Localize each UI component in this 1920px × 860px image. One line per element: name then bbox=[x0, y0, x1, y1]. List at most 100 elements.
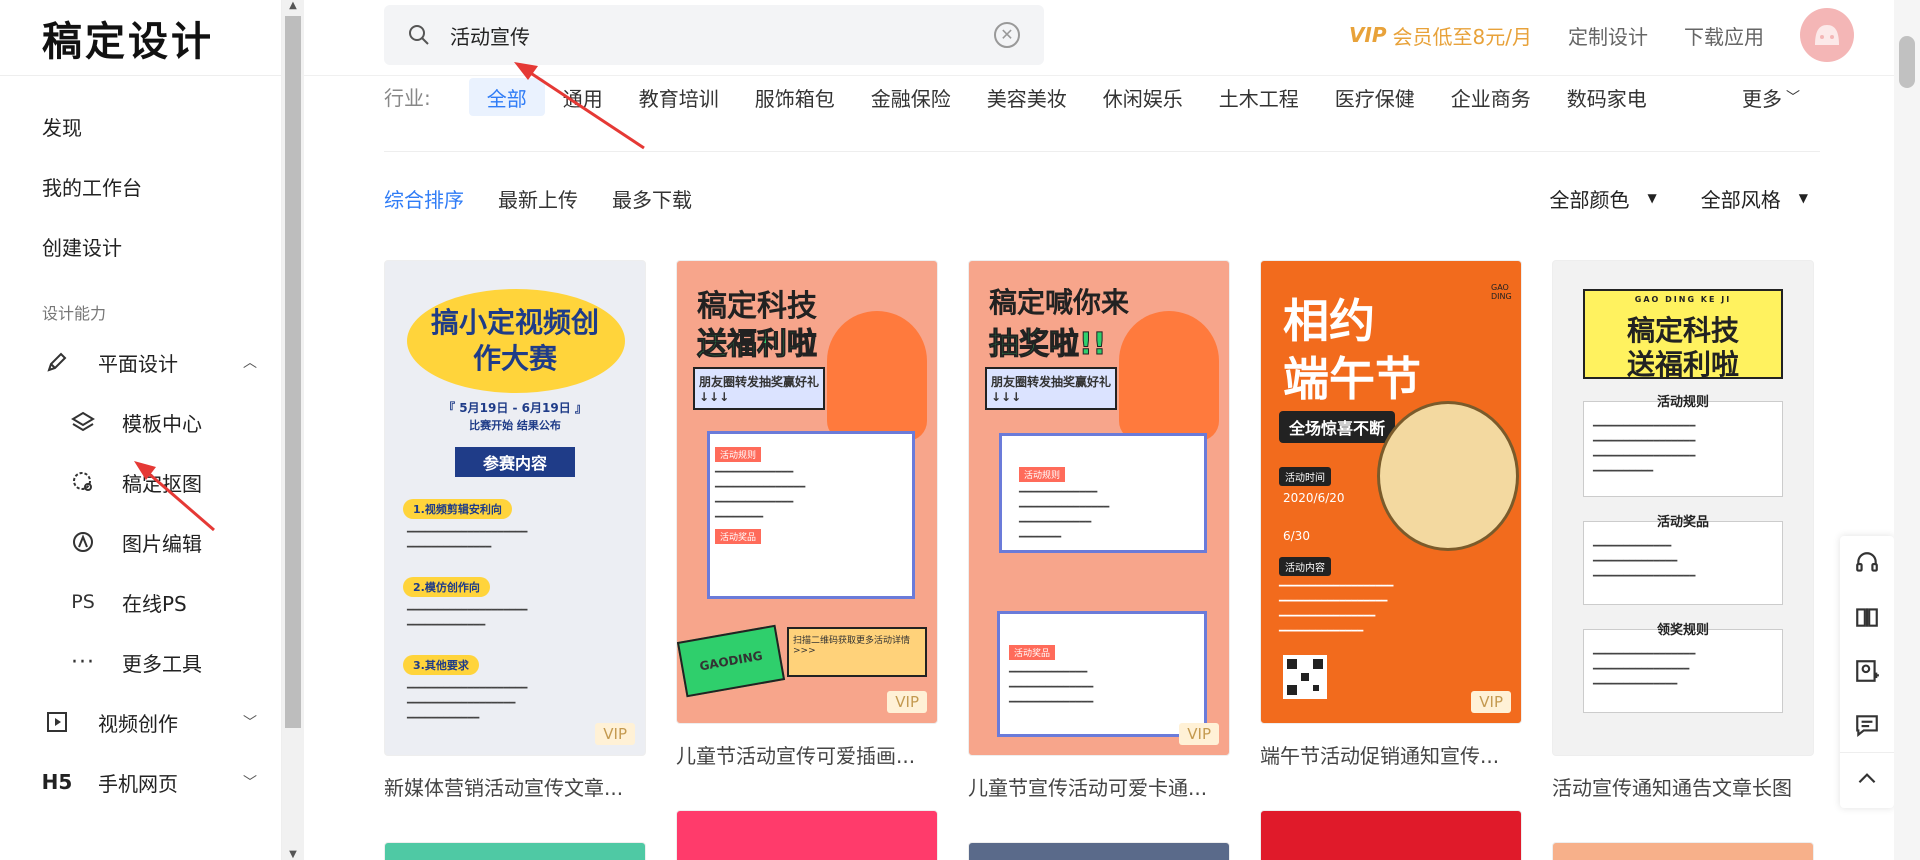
template-grid: 搞小定视频创作大赛 『 5月19日 - 6月19日 』 比赛开始 结果公布 参赛… bbox=[384, 260, 1824, 860]
sub-item-online-ps[interactable]: PS 在线PS bbox=[0, 572, 281, 632]
sidebar-scroll-thumb[interactable] bbox=[285, 16, 301, 728]
sort-comprehensive[interactable]: 综合排序 bbox=[384, 184, 464, 213]
industry-tag[interactable]: 数码家电 bbox=[1549, 78, 1665, 116]
group-graphic-design-label: 平面设计 bbox=[98, 351, 178, 376]
sub-item-image-edit[interactable]: 图片编辑 bbox=[0, 512, 281, 572]
search-box[interactable]: 活动宣传 ✕ bbox=[384, 5, 1044, 65]
download-app-link[interactable]: 下载应用 bbox=[1684, 21, 1764, 50]
poster-body: ━━━━━━━━━━━━━━━━━━━━━━━━━━━━━━━━━━━━━━━━… bbox=[1593, 649, 1696, 690]
book-icon[interactable] bbox=[1840, 590, 1894, 644]
template-thumbnail[interactable]: GAO DING 相约 端午节 全场惊喜不断 活动时间 2020/6/20 6/… bbox=[1260, 260, 1522, 724]
vip-badge: VIP bbox=[595, 723, 635, 745]
template-card[interactable]: 稿定科技 送福利啦 朋友圈转发抽奖赢好礼↓↓↓ 活动规则 ━━━━━━━━━━━… bbox=[676, 260, 938, 769]
template-title[interactable]: 新媒体营销活动宣传文章... bbox=[384, 772, 646, 801]
main-scroll-thumb[interactable] bbox=[1899, 36, 1915, 88]
industry-tag[interactable]: 美容美妆 bbox=[969, 78, 1085, 116]
industry-more-button[interactable]: 更多 ﹀ bbox=[1742, 78, 1800, 116]
industry-tag[interactable]: 土木工程 bbox=[1201, 78, 1317, 116]
search-input[interactable]: 活动宣传 bbox=[450, 21, 530, 50]
logo[interactable]: 稿定设计 bbox=[0, 0, 281, 76]
sub-item-more-tools[interactable]: ··· 更多工具 bbox=[0, 632, 281, 692]
color-filter-dropdown[interactable]: 全部颜色 ▼ bbox=[1550, 184, 1657, 213]
avatar[interactable] bbox=[1800, 8, 1854, 62]
contact-icon[interactable] bbox=[1840, 644, 1894, 698]
poster-body: ━━━━━━━━━━━━━━━━━━━━ ━━━━━━━━━━━━━ bbox=[407, 605, 528, 631]
poster-heading: 稿定喊你来 bbox=[989, 286, 1130, 319]
sub-item-template-center[interactable]: 模板中心 bbox=[0, 392, 281, 452]
template-card[interactable]: GAO DING 相约 端午节 全场惊喜不断 活动时间 2020/6/20 6/… bbox=[1260, 260, 1522, 769]
scroll-down-arrow-icon[interactable]: ▼ bbox=[282, 849, 304, 860]
poster-prize-label: 活动奖品 bbox=[715, 529, 762, 544]
sub-item-more-tools-label: 更多工具 bbox=[122, 651, 202, 676]
sidebar-scrollbar[interactable]: ▲ ▼ bbox=[282, 0, 304, 860]
template-thumbnail[interactable] bbox=[676, 810, 938, 860]
group-graphic-design[interactable]: 平面设计 ︿ bbox=[0, 332, 281, 392]
template-title[interactable]: 端午节活动促销通知宣传... bbox=[1260, 740, 1522, 769]
nav-workspace[interactable]: 我的工作台 bbox=[0, 156, 281, 216]
poster-body: ━━━━━━━━━━━━━━━━━━━━━━━━━━━━━━━━━━━━━━━━… bbox=[715, 467, 806, 523]
industry-tag[interactable]: 教育培训 bbox=[621, 78, 737, 116]
back-to-top-icon[interactable] bbox=[1840, 752, 1894, 806]
style-filter-dropdown[interactable]: 全部风格 ▼ bbox=[1701, 184, 1808, 213]
vip-promo-link[interactable]: VIP 会员低至8元/月 bbox=[1349, 21, 1532, 50]
template-title[interactable]: 活动宣传通知通告文章长图 bbox=[1552, 772, 1814, 801]
mascot-illustration bbox=[1119, 311, 1219, 441]
industry-tag[interactable]: 医疗保健 bbox=[1317, 78, 1433, 116]
poster-date: 2020/6/20 bbox=[1283, 491, 1345, 505]
chevron-up-icon: ︿ bbox=[243, 355, 257, 371]
poster-rules-label: 活动规则 bbox=[1019, 467, 1066, 482]
template-title[interactable]: 儿童节宣传活动可爱卡通... bbox=[968, 772, 1230, 801]
clear-search-icon[interactable]: ✕ bbox=[994, 22, 1020, 48]
template-thumbnail[interactable] bbox=[384, 842, 646, 860]
caret-down-icon: ▼ bbox=[1647, 191, 1657, 205]
poster-banner: 全场惊喜不断 bbox=[1279, 411, 1396, 443]
industry-tag[interactable]: 服饰箱包 bbox=[737, 78, 853, 116]
template-title[interactable]: 儿童节活动宣传可爱插画... bbox=[676, 740, 938, 769]
template-card[interactable]: 搞小定视频创作大赛 『 5月19日 - 6月19日 』 比赛开始 结果公布 参赛… bbox=[384, 260, 646, 801]
main-nav: 发现 我的工作台 创建设计 bbox=[0, 76, 281, 276]
poster-note: 朋友圈转发抽奖赢好礼↓↓↓ bbox=[693, 367, 825, 410]
template-thumbnail[interactable]: 搞小定视频创作大赛 『 5月19日 - 6月19日 』 比赛开始 结果公布 参赛… bbox=[384, 260, 646, 756]
poster-prize-label: 活动奖品 bbox=[1009, 645, 1056, 660]
sub-item-template-center-label: 模板中心 bbox=[122, 411, 202, 436]
caret-down-icon: ▼ bbox=[1798, 191, 1808, 205]
video-icon bbox=[42, 710, 72, 734]
industry-tag-all[interactable]: 全部 bbox=[468, 78, 545, 116]
industry-tag[interactable]: 企业商务 bbox=[1433, 78, 1549, 116]
sub-item-cutout[interactable]: 稿定抠图 bbox=[0, 452, 281, 512]
template-thumbnail[interactable]: 稿定喊你来 抽奖啦!! 朋友圈转发抽奖赢好礼↓↓↓ 活动规则 ━━━━━━━━━… bbox=[968, 260, 1230, 756]
template-card[interactable]: 稿定喊你来 抽奖啦!! 朋友圈转发抽奖赢好礼↓↓↓ 活动规则 ━━━━━━━━━… bbox=[968, 260, 1230, 801]
nav-discover[interactable]: 发现 bbox=[0, 96, 281, 156]
message-icon[interactable] bbox=[1840, 698, 1894, 752]
template-thumbnail[interactable]: GAO DING KE JI 稿定科技 送福利啦 活动规则 ━━━━━━━━━━… bbox=[1552, 260, 1814, 756]
chevron-down-icon: ﹀ bbox=[243, 715, 257, 731]
poster-note: 朋友圈转发抽奖赢好礼↓↓↓ bbox=[985, 367, 1117, 410]
template-card[interactable]: GAO DING KE JI 稿定科技 送福利啦 活动规则 ━━━━━━━━━━… bbox=[1552, 260, 1814, 801]
vip-badge: VIP bbox=[1179, 723, 1219, 745]
poster-content-label: 活动内容 bbox=[1279, 557, 1331, 576]
poster-subtitle: 比赛开始 结果公布 bbox=[469, 419, 561, 432]
poster-rules-label: 活动规则 bbox=[715, 447, 762, 462]
group-h5[interactable]: H5 手机网页 ﹀ bbox=[0, 752, 281, 812]
template-thumbnail[interactable] bbox=[968, 842, 1230, 860]
image-edit-icon bbox=[68, 530, 98, 554]
nav-create-design[interactable]: 创建设计 bbox=[0, 216, 281, 276]
poster-body: ━━━━━━━━━━━━━━━━━━━━━━━━━━━━━━━━━━━━━━━━… bbox=[407, 683, 528, 724]
template-thumbnail[interactable] bbox=[1260, 810, 1522, 860]
scroll-up-arrow-icon[interactable]: ▲ bbox=[282, 0, 304, 11]
sort-most-downloads[interactable]: 最多下载 bbox=[612, 184, 692, 213]
headset-icon[interactable] bbox=[1840, 536, 1894, 590]
industry-tag[interactable]: 通用 bbox=[545, 78, 621, 116]
industry-tag[interactable]: 金融保险 bbox=[853, 78, 969, 116]
poster-heading: 相约 bbox=[1283, 294, 1375, 348]
main-scrollbar[interactable] bbox=[1894, 0, 1920, 860]
industry-filter: 行业: 全部 通用 教育培训 服饰箱包 金融保险 美容美妆 休闲娱乐 土木工程 … bbox=[384, 74, 1820, 152]
custom-design-link[interactable]: 定制设计 bbox=[1568, 21, 1648, 50]
template-thumbnail[interactable] bbox=[1552, 842, 1814, 860]
industry-tag[interactable]: 休闲娱乐 bbox=[1085, 78, 1201, 116]
sort-newest[interactable]: 最新上传 bbox=[498, 184, 578, 213]
group-video[interactable]: 视频创作 ﹀ bbox=[0, 692, 281, 752]
template-thumbnail[interactable]: 稿定科技 送福利啦 朋友圈转发抽奖赢好礼↓↓↓ 活动规则 ━━━━━━━━━━━… bbox=[676, 260, 938, 724]
style-filter-label: 全部风格 bbox=[1700, 187, 1781, 212]
sub-item-image-edit-label: 图片编辑 bbox=[122, 531, 202, 556]
